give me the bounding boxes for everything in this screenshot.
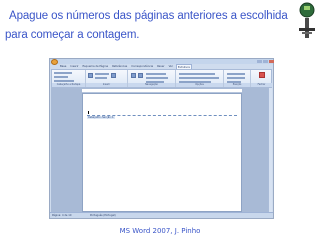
status-bar: Página: 4 de 10 Português (Portugal)	[50, 212, 273, 218]
header-section-label: Cabeçalho -Secção 2-	[87, 116, 115, 119]
close-header-footer-icon[interactable]	[259, 72, 265, 78]
vertical-scrollbar[interactable]	[268, 88, 272, 212]
ribbon-group-options: Opções	[176, 70, 224, 87]
slide-title-line1: Apague os números das páginas anteriores…	[9, 10, 288, 22]
group-label: Opções	[176, 83, 223, 87]
minimize-icon[interactable]	[257, 60, 262, 63]
status-language[interactable]: Português (Portugal)	[90, 213, 116, 218]
document-page[interactable]: Cabeçalho -Secção 2-	[82, 93, 242, 212]
ribbon-group-close: Fechar	[251, 70, 272, 87]
group-label: Posição	[224, 83, 250, 87]
date-time-icon[interactable]	[88, 73, 93, 78]
slide-title-line2: para começar a contagem.	[5, 29, 140, 41]
office-button-icon[interactable]	[51, 59, 58, 65]
group-label: Cabeçalho e Rodapé	[52, 83, 85, 87]
word-window-screenshot: Base Inserir Esquema de Página Referênci…	[49, 58, 274, 219]
close-icon[interactable]	[269, 60, 274, 63]
group-label: Inserir	[86, 83, 127, 87]
status-page[interactable]: Página: 4 de 10	[52, 213, 71, 218]
picture-icon[interactable]	[111, 73, 116, 78]
ribbon-group-navigation: Navegação	[128, 70, 176, 87]
logo-icon	[299, 2, 315, 38]
ribbon-group-header-footer: Cabeçalho e Rodapé	[52, 70, 86, 87]
ribbon-group-insert: Inserir	[86, 70, 128, 87]
text-cursor	[88, 111, 89, 114]
slide-footer: MS Word 2007, J. Pinho	[119, 227, 201, 235]
maximize-icon[interactable]	[263, 60, 268, 63]
ribbon: Cabeçalho e Rodapé Inserir Navegação Opç…	[51, 69, 272, 88]
goto-footer-icon[interactable]	[138, 73, 143, 78]
group-label: Fechar	[251, 83, 272, 87]
ribbon-group-position: Posição	[224, 70, 251, 87]
goto-header-icon[interactable]	[131, 73, 136, 78]
document-area: Cabeçalho -Secção 2-	[51, 88, 272, 212]
group-label: Navegação	[128, 83, 175, 87]
